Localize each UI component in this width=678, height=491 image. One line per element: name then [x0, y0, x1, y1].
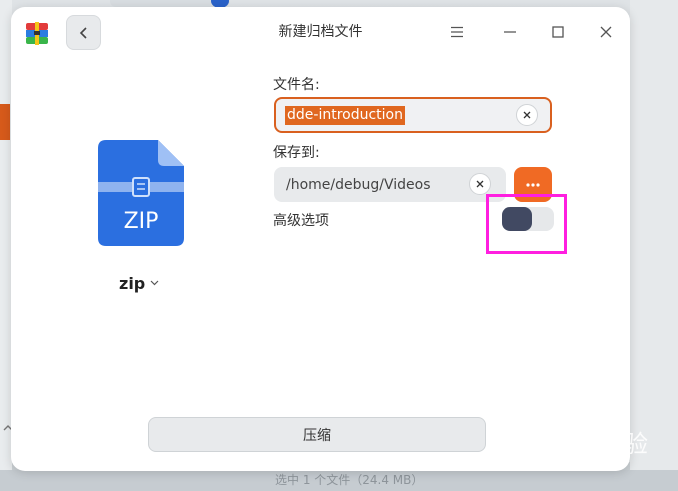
- advanced-options-toggle[interactable]: [502, 207, 554, 231]
- toggle-knob: [502, 207, 532, 231]
- minimize-button[interactable]: [499, 21, 521, 43]
- compress-button[interactable]: 压缩: [148, 417, 486, 452]
- menu-button[interactable]: [446, 21, 468, 43]
- format-label: zip: [119, 273, 146, 293]
- maximize-button[interactable]: [547, 21, 569, 43]
- savepath-clear-button[interactable]: [469, 173, 491, 195]
- zip-icon-label: ZIP: [124, 209, 159, 234]
- minimize-icon: [504, 31, 516, 33]
- watermark: 经验 jingyan.baidu.com: [520, 412, 670, 470]
- advanced-options-label: 高级选项: [273, 213, 329, 229]
- zip-file-icon: ZIP: [98, 140, 184, 246]
- saveto-label: 保存到:: [273, 145, 320, 161]
- chevron-left-icon: [79, 26, 87, 39]
- filename-value: dde-introduction: [285, 105, 405, 125]
- titlebar: 新建归档文件: [11, 7, 630, 57]
- close-button[interactable]: [595, 21, 617, 43]
- savepath-value: /home/debug/Videos: [286, 176, 431, 193]
- maximize-icon: [552, 26, 564, 38]
- format-selector[interactable]: zip: [119, 272, 159, 294]
- background-accent-bar: [0, 104, 10, 140]
- clear-icon: [523, 111, 531, 119]
- clear-icon: [476, 180, 484, 188]
- savepath-field[interactable]: /home/debug/Videos: [274, 167, 506, 202]
- filename-clear-button[interactable]: [516, 104, 538, 126]
- back-button[interactable]: [66, 15, 101, 50]
- filename-label: 文件名:: [273, 77, 320, 93]
- menu-icon: [451, 26, 463, 38]
- window-title: 新建归档文件: [278, 24, 363, 40]
- archive-app-icon: [26, 22, 48, 45]
- close-icon: [600, 26, 612, 38]
- more-icon: [526, 182, 540, 187]
- new-archive-window: 新建归档文件 ZIP zip 文件名: dde-introduction 保存到…: [11, 7, 630, 471]
- background-status-text: 选中 1 个文件（24.4 MB）: [275, 473, 424, 487]
- baidu-paw-icon: [577, 419, 597, 444]
- filename-field[interactable]: dde-introduction: [274, 97, 552, 133]
- chevron-down-icon: [150, 280, 159, 286]
- watermark-url: jingyan.baidu.com: [538, 454, 631, 465]
